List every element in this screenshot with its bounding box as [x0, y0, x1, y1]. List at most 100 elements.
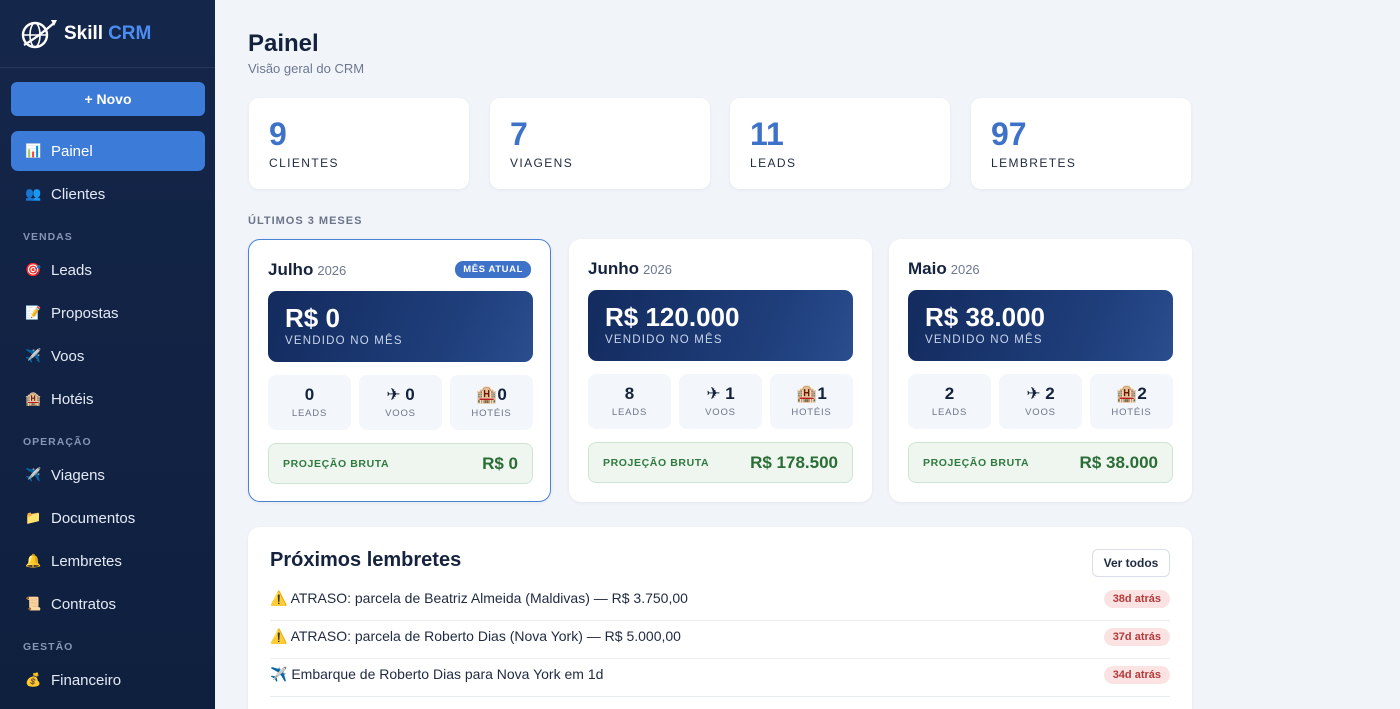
- reminders-title: Próximos lembretes: [270, 549, 462, 571]
- sidebar-item-label: Contratos: [51, 595, 117, 613]
- sidebar-item-lembretes[interactable]: 🔔 Lembretes: [11, 541, 205, 581]
- stat-value: 9: [269, 116, 287, 152]
- hotel-icon: 🏨: [25, 391, 42, 406]
- projection-value: R$ 0: [482, 454, 518, 473]
- overdue-badge: 37d atrás: [1103, 628, 1170, 646]
- hotel-icon: 🏨: [796, 384, 818, 403]
- projection-label: PROJEÇÃO BRUTA: [603, 457, 710, 469]
- stat-card-leads[interactable]: 11 LEADS: [730, 98, 950, 189]
- projection-value: R$ 38.000: [1079, 453, 1158, 472]
- sidebar-item-clientes[interactable]: 👥 Clientes: [11, 174, 205, 214]
- stat-label: CLIENTES: [269, 156, 339, 170]
- bell-icon: 🔔: [25, 553, 42, 568]
- mini-stat-label: VOOS: [1025, 407, 1056, 418]
- sold-panel: R$ 38.000 VENDIDO NO MÊS: [908, 290, 1173, 361]
- month-card-julho: Julho 2026 MÊS ATUAL R$ 0 VENDIDO NO MÊS …: [248, 239, 551, 502]
- reminder-row[interactable]: ✈️ Embarque de Roberto Dias para Nova Yo…: [270, 659, 1170, 697]
- sidebar-item-documentos[interactable]: 📁 Documentos: [11, 498, 205, 538]
- stat-value: 97: [991, 116, 1027, 152]
- sidebar-item-label: Painel: [51, 142, 93, 160]
- airplane-icon: ✈️: [25, 467, 42, 482]
- airplane-icon: ✈: [1026, 384, 1041, 403]
- stat-card-lembretes[interactable]: 97 LEMBRETES: [971, 98, 1191, 189]
- sold-amount: R$ 38.000: [925, 302, 1045, 332]
- sold-amount: R$ 0: [285, 303, 340, 333]
- stat-value: 11: [750, 116, 784, 152]
- mini-stat-label: LEADS: [291, 408, 328, 419]
- stat-card-clientes[interactable]: 9 CLIENTES: [249, 98, 469, 189]
- stat-label: LEMBRETES: [991, 156, 1077, 170]
- mini-stat-value: 1: [817, 384, 827, 403]
- money-bag-icon: 💰: [25, 672, 42, 687]
- sidebar-item-leads[interactable]: 🎯 Leads: [11, 250, 205, 290]
- section-title-gestao: GESTÃO: [23, 641, 74, 653]
- mini-stat-label: LEADS: [611, 407, 648, 418]
- airplane-icon: ✈️: [25, 348, 42, 363]
- warning-icon: ⚠️: [270, 628, 288, 644]
- projection-label: PROJEÇÃO BRUTA: [283, 458, 390, 470]
- sidebar-item-propostas[interactable]: 📝 Propostas: [11, 293, 205, 333]
- mini-stat-value: 1: [725, 384, 735, 403]
- sold-caption: VENDIDO NO MÊS: [605, 334, 723, 346]
- sidebar-item-financeiro[interactable]: 💰 Financeiro: [11, 660, 205, 700]
- mini-stat-label: LEADS: [931, 407, 968, 418]
- sidebar-item-viagens[interactable]: ✈️ Viagens: [11, 455, 205, 495]
- stat-label: LEADS: [750, 156, 797, 170]
- warning-icon: ⚠️: [270, 590, 288, 606]
- month-year: 2026: [317, 263, 347, 278]
- reminder-text: Embarque de Roberto Dias para Nova York …: [291, 666, 604, 682]
- mini-stat-hoteis: 🏨2 HOTÉIS: [1090, 374, 1173, 429]
- new-button[interactable]: + Novo: [11, 82, 205, 116]
- reminder-row[interactable]: ⚠️ ATRASO: parcela de Roberto Dias (Nova…: [270, 621, 1170, 659]
- sidebar-item-hoteis[interactable]: 🏨 Hotéis: [11, 379, 205, 419]
- mini-stat-value: 0: [405, 385, 415, 404]
- month-year: 2026: [643, 262, 672, 277]
- month-card-maio: Maio 2026 R$ 38.000 VENDIDO NO MÊS 2 LEAD…: [889, 239, 1192, 502]
- month-card-junho: Junho 2026 R$ 120.000 VENDIDO NO MÊS 8 LE…: [569, 239, 872, 502]
- month-year: 2026: [950, 262, 980, 277]
- projection-panel: PROJEÇÃO BRUTA R$ 178.500: [588, 442, 853, 483]
- sidebar-item-contratos[interactable]: 📜 Contratos: [11, 584, 205, 624]
- projection-panel: PROJEÇÃO BRUTA R$ 0: [268, 443, 533, 484]
- memo-icon: 📝: [25, 305, 42, 320]
- mini-stat-leads: 2 LEADS: [908, 374, 991, 429]
- mini-stat-hoteis: 🏨1 HOTÉIS: [770, 374, 853, 429]
- sold-amount: R$ 120.000: [605, 302, 740, 332]
- sidebar-item-voos[interactable]: ✈️ Voos: [11, 336, 205, 376]
- sidebar-item-label: Viagens: [51, 466, 105, 484]
- mini-stat-value: 0: [304, 385, 315, 404]
- mini-stat-leads: 0 LEADS: [268, 375, 351, 430]
- sold-panel: R$ 120.000 VENDIDO NO MÊS: [588, 290, 853, 361]
- projection-label: PROJEÇÃO BRUTA: [923, 457, 1030, 469]
- sidebar-item-label: Propostas: [51, 304, 119, 322]
- mini-stat-label: VOOS: [705, 407, 736, 418]
- mini-stat-voos: ✈ 0 VOOS: [359, 375, 442, 430]
- sidebar-item-label: Hotéis: [51, 390, 94, 408]
- mini-stat-leads: 8 LEADS: [588, 374, 671, 429]
- mini-stat-value: 2: [944, 384, 955, 403]
- hotel-icon: 🏨: [1116, 384, 1138, 403]
- reminders-card: Próximos lembretes Ver todos ⚠️ ATRASO: …: [248, 527, 1192, 709]
- stat-card-viagens[interactable]: 7 VIAGENS: [490, 98, 710, 189]
- month-name: Junho: [588, 259, 639, 278]
- stat-value: 7: [510, 116, 528, 152]
- reminder-text: ATRASO: parcela de Beatriz Almeida (Mald…: [290, 590, 688, 606]
- sold-caption: VENDIDO NO MÊS: [285, 335, 403, 347]
- view-all-button[interactable]: Ver todos: [1092, 549, 1170, 577]
- sidebar-item-label: Clientes: [51, 185, 106, 203]
- users-icon: 👥: [25, 186, 42, 201]
- months-section-label: ÚLTIMOS 3 MESES: [248, 215, 363, 227]
- current-month-badge: MÊS ATUAL: [455, 261, 531, 278]
- sidebar-item-label: Lembretes: [51, 552, 122, 570]
- mini-stat-label: VOOS: [385, 408, 416, 419]
- overdue-badge: 38d atrás: [1103, 590, 1170, 608]
- section-title-vendas: VENDAS: [23, 231, 73, 243]
- mini-stat-voos: ✈ 1 VOOS: [679, 374, 762, 429]
- sidebar-item-painel[interactable]: 📊 Painel: [11, 131, 205, 171]
- scroll-icon: 📜: [25, 596, 42, 611]
- reminder-row[interactable]: ⚠️ ATRASO: parcela de Beatriz Almeida (M…: [270, 583, 1170, 621]
- mini-stat-label: HOTÉIS: [791, 407, 832, 418]
- globe-plane-logo-icon: [18, 17, 58, 51]
- brand-name-accent: CRM: [108, 22, 152, 44]
- brand[interactable]: Skill CRM: [0, 0, 215, 68]
